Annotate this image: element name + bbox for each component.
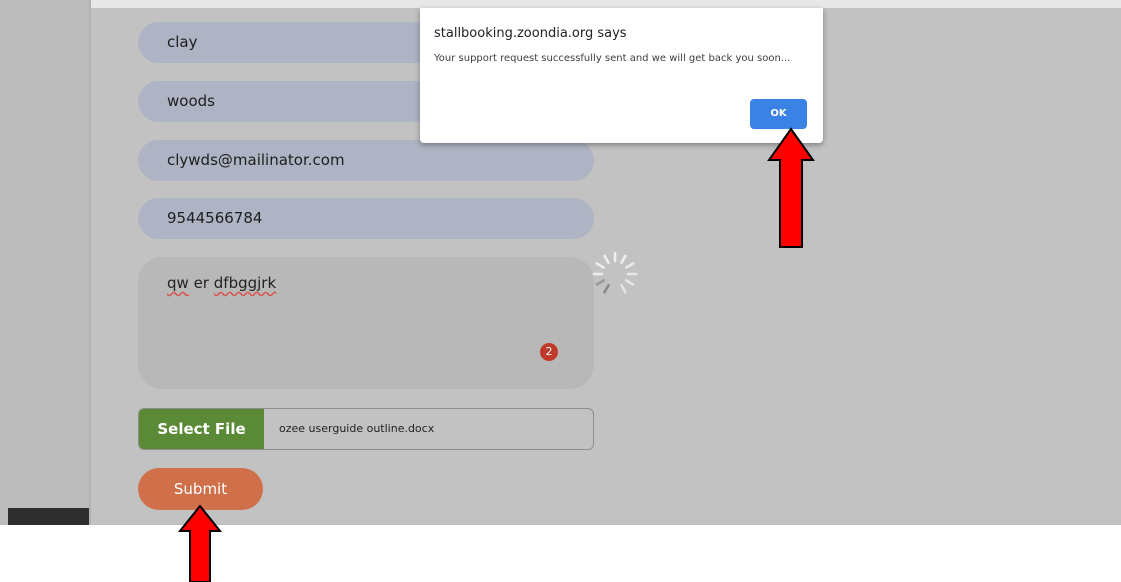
grammar-error-badge[interactable]: 2 — [540, 343, 558, 361]
arrow-up-icon — [177, 504, 223, 582]
phone-input[interactable]: 9544566784 — [138, 198, 594, 239]
sidebar-footer-block — [8, 508, 91, 525]
message-textarea[interactable]: qw er dfbggjrk — [138, 257, 594, 389]
email-input[interactable]: clywds@mailinator.com — [138, 140, 594, 181]
ok-button[interactable]: OK — [750, 99, 807, 129]
file-upload-row: Select File ozee userguide outline.docx — [138, 408, 594, 450]
alert-dialog: stallbooking.zoondia.org says Your suppo… — [420, 8, 823, 143]
loading-spinner-icon — [592, 251, 638, 294]
left-sidebar-strip — [0, 0, 91, 525]
screenshot-area: clay woods clywds@mailinator.com 9544566… — [0, 0, 1121, 525]
message-word: qw — [167, 274, 189, 292]
message-word: dfbggjrk — [213, 274, 277, 292]
dialog-message: Your support request successfully sent a… — [434, 53, 791, 64]
dialog-title: stallbooking.zoondia.org says — [434, 26, 627, 41]
arrow-up-icon — [767, 127, 815, 248]
panel-border — [89, 0, 91, 525]
selected-file-name: ozee userguide outline.docx — [279, 422, 435, 435]
message-word: er — [193, 274, 209, 292]
panel-top-edge — [91, 0, 1121, 8]
select-file-button[interactable]: Select File — [139, 409, 264, 449]
